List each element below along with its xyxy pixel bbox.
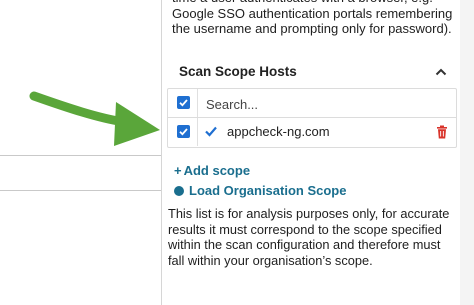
- section-title: Scan Scope Hosts: [179, 64, 297, 79]
- chevron-up-icon[interactable]: [433, 64, 449, 80]
- scan-scope-panel: time a user authenticates with a browser…: [161, 0, 461, 305]
- background-divider-bottom: [0, 190, 161, 191]
- column-divider: [197, 118, 198, 146]
- annotation-arrow: [29, 91, 160, 146]
- checkmark-icon: [179, 128, 188, 136]
- help-text: time a user authenticates with a browser…: [172, 0, 453, 36]
- load-organisation-scope-label: Load Organisation Scope: [189, 183, 347, 198]
- search-row: [168, 89, 456, 118]
- trash-icon[interactable]: [436, 125, 448, 139]
- select-all-checkbox[interactable]: [177, 96, 190, 109]
- circle-icon: [174, 186, 184, 196]
- checkmark-icon: [179, 99, 188, 107]
- verified-check-icon: [205, 126, 217, 137]
- add-scope-label: Add scope: [183, 163, 251, 178]
- host-checkbox[interactable]: [177, 125, 190, 138]
- add-scope-button[interactable]: + Add scope: [174, 163, 250, 178]
- plus-icon: +: [174, 163, 182, 178]
- host-label: appcheck-ng.com: [227, 124, 330, 139]
- search-input[interactable]: [204, 93, 448, 115]
- info-text: This list is for analysis purposes only,…: [168, 206, 450, 268]
- scan-scope-header[interactable]: Scan Scope Hosts: [167, 56, 455, 88]
- load-organisation-scope-button[interactable]: Load Organisation Scope: [174, 183, 346, 198]
- table-row: appcheck-ng.com: [168, 118, 456, 146]
- column-divider: [197, 89, 198, 117]
- scrollbar-track[interactable]: [460, 0, 474, 305]
- hosts-table: appcheck-ng.com: [167, 88, 457, 148]
